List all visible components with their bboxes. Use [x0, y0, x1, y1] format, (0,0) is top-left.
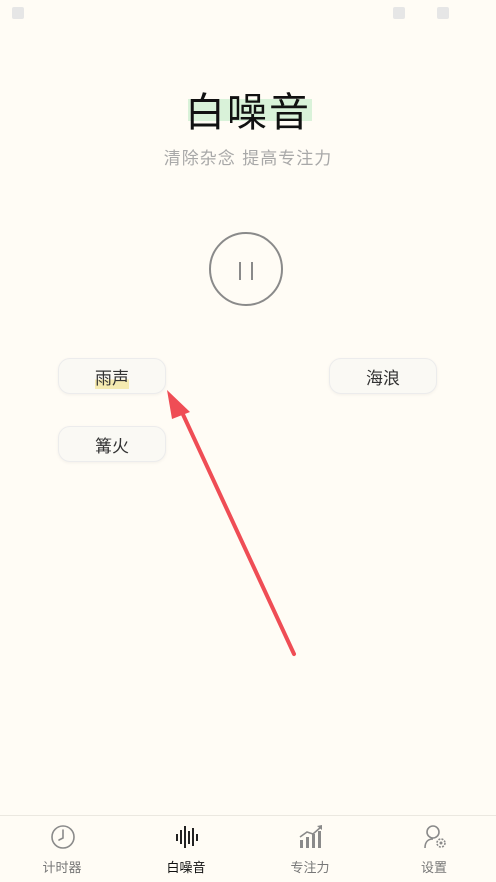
sound-button-waves[interactable]: 海浪: [329, 358, 437, 394]
settings-icon: [424, 825, 446, 849]
pause-button[interactable]: [209, 232, 283, 306]
header: 白噪音: [0, 80, 496, 138]
tab-bar: 计时器 白噪音 专注力 设置: [0, 815, 496, 882]
tab-label: 设置: [420, 861, 447, 876]
tab-white-noise[interactable]: 白噪音: [124, 816, 248, 882]
tab-focus[interactable]: 专注力: [248, 816, 372, 882]
page-title: 白噪音: [185, 90, 311, 136]
clock-icon: [51, 825, 75, 849]
status-bar: [0, 0, 496, 26]
sound-label: 海浪: [366, 368, 400, 389]
sound-label: 雨声: [95, 363, 129, 389]
page-subtitle: 清除杂念 提高专注力: [163, 149, 333, 169]
tab-label: 专注力: [290, 861, 330, 876]
tab-timer[interactable]: 计时器: [0, 816, 124, 882]
tab-label: 计时器: [42, 861, 82, 876]
sound-wave-icon: [176, 826, 198, 848]
battery-icon: [437, 7, 449, 19]
sound-button-campfire[interactable]: 篝火: [58, 426, 166, 462]
status-app-icon: [12, 7, 24, 19]
sound-label: 篝火: [95, 436, 129, 457]
wifi-icon: [393, 7, 405, 19]
sound-button-rain[interactable]: 雨声: [58, 358, 166, 394]
tab-label: 白噪音: [166, 861, 206, 876]
tab-settings[interactable]: 设置: [372, 816, 496, 882]
chart-icon: [299, 825, 322, 848]
